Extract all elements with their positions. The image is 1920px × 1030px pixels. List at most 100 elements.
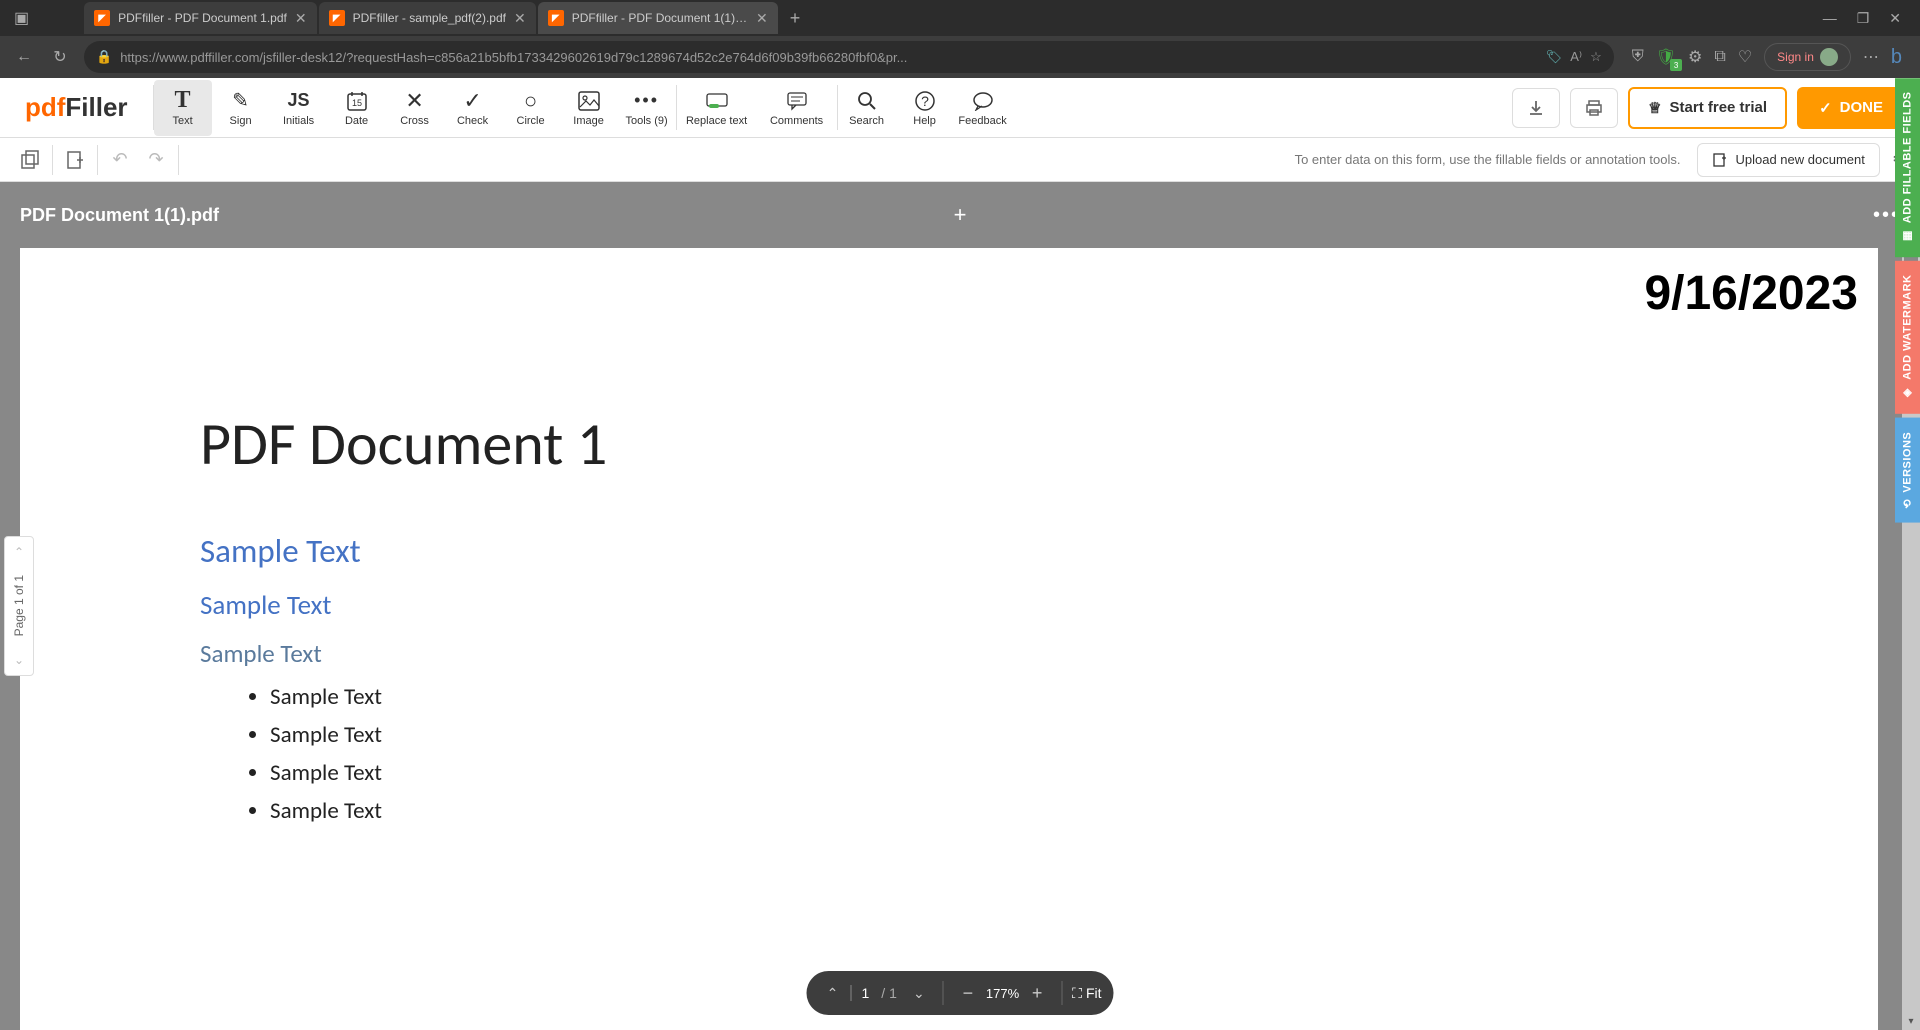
more-icon: •••	[634, 89, 659, 113]
pages-panel-toggle[interactable]	[12, 142, 48, 178]
divider	[52, 145, 53, 175]
undo-button[interactable]: ↶	[102, 142, 138, 178]
tab-title: PDFfiller - PDF Document 1.pdf	[118, 11, 287, 25]
page-navigator-side: ⌃ Page 1 of 1 ⌄	[4, 536, 34, 676]
shield-icon[interactable]: ⛨	[1632, 48, 1644, 66]
avatar-icon	[1820, 48, 1838, 66]
minimize-button[interactable]: —	[1823, 10, 1837, 27]
favicon-pdffiller: ◤	[329, 10, 345, 26]
prev-page-button[interactable]: ⌃	[819, 979, 847, 1007]
start-trial-button[interactable]: ♕ Start free trial	[1628, 87, 1787, 129]
browser-tab-2[interactable]: ◤ PDFfiller - sample_pdf(2).pdf ✕	[319, 2, 536, 34]
health-icon[interactable]: ♡	[1738, 47, 1752, 67]
add-page-button[interactable]	[57, 142, 93, 178]
current-page[interactable]: 1	[851, 985, 874, 1001]
date-tool[interactable]: 15 Date	[328, 80, 386, 136]
list-item: Sample Text	[270, 683, 1698, 711]
favicon-pdffiller: ◤	[548, 10, 564, 26]
check-tool[interactable]: ✓ Check	[444, 80, 502, 136]
fields-icon: ▦	[1901, 230, 1914, 244]
comments-tool[interactable]: Comments	[757, 80, 837, 136]
page-indicator: Page 1 of 1	[12, 575, 26, 636]
url-text: https://www.pdffiller.com/jsfiller-desk1…	[120, 50, 1537, 65]
redo-button[interactable]: ↷	[138, 142, 174, 178]
new-tab-button[interactable]: +	[780, 8, 811, 29]
adblock-icon[interactable]: 🛡	[1656, 47, 1676, 67]
bing-icon[interactable]: b	[1891, 46, 1902, 69]
tab-close-icon[interactable]: ✕	[514, 10, 526, 27]
scroll-down-icon[interactable]: ▾	[1902, 1012, 1920, 1030]
sample-heading-2: Sample Text	[200, 589, 1698, 622]
chevron-up-icon[interactable]: ⌃	[14, 545, 24, 559]
fit-icon: ⛶	[1072, 985, 1082, 1002]
more-tools[interactable]: ••• Tools (9)	[618, 80, 676, 136]
add-document-button[interactable]: +	[954, 202, 967, 228]
tab-close-icon[interactable]: ✕	[756, 10, 768, 27]
fit-button[interactable]: ⛶ Fit	[1072, 985, 1101, 1002]
upload-icon	[1712, 152, 1728, 168]
divider	[1061, 981, 1062, 1005]
search-tool[interactable]: Search	[838, 80, 896, 136]
page-controls: ⌃ 1 / 1 ⌄ − 177% + ⛶ Fit	[807, 971, 1114, 1015]
check-icon: ✓	[463, 89, 481, 113]
versions-icon: ⟲	[1901, 499, 1914, 509]
done-button[interactable]: ✓ DONE	[1797, 87, 1905, 129]
close-window-button[interactable]: ✕	[1889, 10, 1901, 27]
upload-document-button[interactable]: Upload new document	[1697, 143, 1880, 177]
total-pages: / 1	[877, 985, 901, 1001]
versions-tab[interactable]: ⟲ VERSIONS	[1895, 418, 1920, 523]
download-button[interactable]	[1512, 88, 1560, 128]
address-bar[interactable]: 🔒 https://www.pdffiller.com/jsfiller-des…	[84, 41, 1614, 73]
shopping-tag-icon[interactable]: 🏷	[1546, 49, 1563, 65]
replace-text-tool[interactable]: Replace text	[677, 80, 757, 136]
initials-icon: JS	[288, 89, 310, 113]
text-icon: T	[175, 89, 191, 113]
sign-icon: ✎	[232, 89, 249, 113]
maximize-button[interactable]: ❐	[1857, 10, 1870, 27]
collections-icon[interactable]: ⧉	[1714, 48, 1725, 66]
initials-tool[interactable]: JS Initials	[270, 80, 328, 136]
back-button[interactable]: ←	[8, 41, 40, 73]
list-item: Sample Text	[270, 721, 1698, 749]
document-filename: PDF Document 1(1).pdf	[20, 205, 219, 226]
tab-title: PDFfiller - sample_pdf(2).pdf	[353, 11, 506, 25]
image-tool[interactable]: Image	[560, 80, 618, 136]
favorite-icon[interactable]: ☆	[1590, 49, 1602, 65]
refresh-button[interactable]: ↻	[44, 41, 76, 73]
signin-button[interactable]: Sign in	[1764, 43, 1851, 71]
add-watermark-tab[interactable]: ◈ ADD WATERMARK	[1895, 261, 1920, 414]
print-button[interactable]	[1570, 88, 1618, 128]
tab-close-icon[interactable]: ✕	[295, 10, 307, 27]
zoom-out-button[interactable]: −	[954, 979, 982, 1007]
sign-tool[interactable]: ✎ Sign	[212, 80, 270, 136]
divider	[943, 981, 944, 1005]
favicon-pdffiller: ◤	[94, 10, 110, 26]
cross-tool[interactable]: ✕ Cross	[386, 80, 444, 136]
sample-heading-3: Sample Text	[200, 638, 1698, 669]
extensions-icon[interactable]: ⚙	[1688, 47, 1702, 67]
help-tool[interactable]: ? Help	[896, 80, 954, 136]
crown-icon: ♕	[1648, 99, 1661, 117]
replace-icon	[705, 89, 729, 113]
next-page-button[interactable]: ⌄	[905, 979, 933, 1007]
svg-text:?: ?	[921, 93, 929, 109]
circle-tool[interactable]: ○ Circle	[502, 80, 560, 136]
more-menu-icon[interactable]: ⋯	[1863, 47, 1879, 67]
feedback-tool[interactable]: Feedback	[954, 80, 1012, 136]
add-fillable-fields-tab[interactable]: ▦ ADD FILLABLE FIELDS	[1895, 78, 1920, 257]
date-stamp: 9/16/2023	[1644, 266, 1858, 321]
image-icon	[578, 89, 600, 113]
help-icon: ?	[914, 89, 936, 113]
print-icon	[1585, 99, 1603, 117]
zoom-in-button[interactable]: +	[1023, 979, 1051, 1007]
browser-tab-1[interactable]: ◤ PDFfiller - PDF Document 1.pdf ✕	[84, 2, 316, 34]
document-heading: PDF Document 1	[200, 408, 1698, 481]
tab-actions-icon[interactable]: ▣	[4, 8, 39, 28]
page-viewport[interactable]: 9/16/2023 PDF Document 1 Sample Text Sam…	[20, 248, 1878, 1030]
browser-tab-3[interactable]: ◤ PDFfiller - PDF Document 1(1).pc ✕	[538, 2, 778, 34]
text-tool[interactable]: T Text	[154, 80, 212, 136]
pdffiller-logo[interactable]: pdfFiller	[0, 92, 153, 123]
bullet-list: Sample Text Sample Text Sample Text Samp…	[200, 683, 1698, 825]
chevron-down-icon[interactable]: ⌄	[14, 653, 24, 667]
read-aloud-icon[interactable]: A⁾	[1570, 49, 1582, 65]
